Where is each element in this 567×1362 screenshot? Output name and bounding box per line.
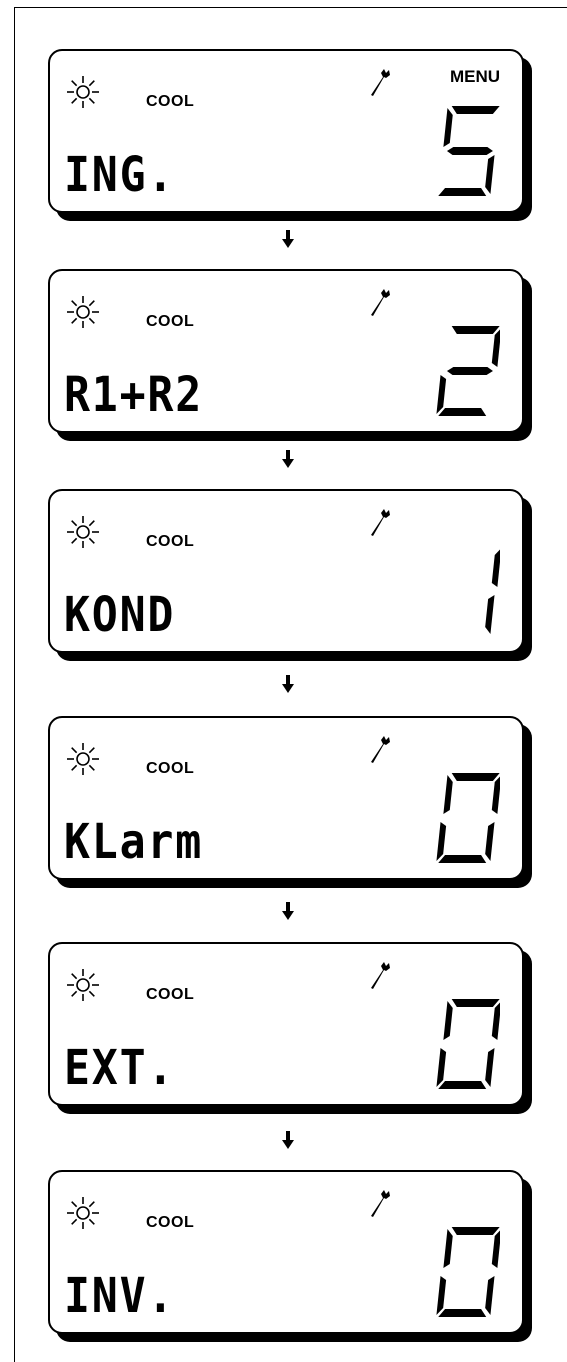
parameter-code: R1+R2 — [64, 367, 204, 423]
digit-segment-f — [443, 1001, 453, 1040]
digit-segment-f — [443, 1229, 453, 1268]
sun-icon — [66, 295, 100, 329]
digit-segment-a — [451, 326, 500, 334]
digit-segment-c — [485, 155, 495, 194]
lcd-panel: COOL R1+R2 — [48, 269, 524, 433]
seven-segment-digit — [438, 106, 500, 196]
digit-segment-c — [485, 822, 495, 861]
digit-segment-a — [451, 1227, 500, 1235]
digit-segment-c — [485, 1276, 495, 1315]
digit-segment-a — [451, 999, 500, 1007]
digit-segment-d — [438, 408, 487, 416]
mode-label: COOL — [146, 93, 195, 110]
digit-segment-f — [443, 108, 453, 147]
parameter-code: INV. — [64, 1268, 176, 1324]
mode-label: COOL — [146, 1214, 195, 1231]
seven-segment-digit — [485, 548, 500, 634]
lcd-panel: COOL INV. — [48, 1170, 524, 1334]
digit-segment-c — [485, 1048, 495, 1087]
mode-label: COOL — [146, 760, 195, 777]
wrench-icon — [368, 67, 392, 97]
seven-segment-digit — [436, 999, 500, 1089]
wrench-icon — [368, 960, 392, 990]
seven-segment-digit — [436, 1227, 500, 1317]
wrench-icon — [368, 507, 392, 537]
lcd-panel: COOL MENU ING. — [48, 49, 524, 213]
sun-icon — [66, 742, 100, 776]
parameter-code: ING. — [64, 147, 176, 203]
digit-segment-a — [451, 773, 500, 781]
lcd-panel: COOL KOND — [48, 489, 524, 653]
sun-icon — [66, 75, 100, 109]
digit-segment-g — [446, 147, 493, 155]
sun-icon — [66, 515, 100, 549]
wrench-icon — [368, 1188, 392, 1218]
wrench-icon — [368, 287, 392, 317]
arrow-down-icon — [282, 675, 294, 693]
menu-label: MENU — [449, 67, 500, 86]
digit-segment-d — [438, 188, 487, 196]
seven-segment-digit — [436, 326, 500, 416]
seven-segment-digit — [436, 773, 500, 863]
lcd-panel: COOL EXT. — [48, 942, 524, 1106]
arrow-down-icon — [282, 1131, 294, 1149]
digit-segment-f — [443, 775, 453, 814]
digit-segment-d — [438, 855, 487, 863]
digit-segment-g — [446, 367, 493, 375]
arrow-down-icon — [282, 902, 294, 920]
lcd-panel: COOL KLarm — [48, 716, 524, 880]
sun-icon — [66, 1196, 100, 1230]
sun-icon — [66, 968, 100, 1002]
digit-segment-d — [438, 1309, 487, 1317]
wrench-icon — [368, 734, 392, 764]
parameter-code: KLarm — [64, 814, 204, 870]
digit-segment-b — [491, 548, 500, 587]
mode-label: COOL — [146, 986, 195, 1003]
arrow-down-icon — [282, 450, 294, 468]
digit-segment-d — [438, 1081, 487, 1089]
digit-segment-c — [485, 595, 495, 634]
mode-label: COOL — [146, 533, 195, 550]
arrow-down-icon — [282, 230, 294, 248]
parameter-code: KOND — [64, 587, 176, 643]
parameter-code: EXT. — [64, 1040, 176, 1096]
digit-segment-a — [451, 106, 500, 114]
mode-label: COOL — [146, 313, 195, 330]
